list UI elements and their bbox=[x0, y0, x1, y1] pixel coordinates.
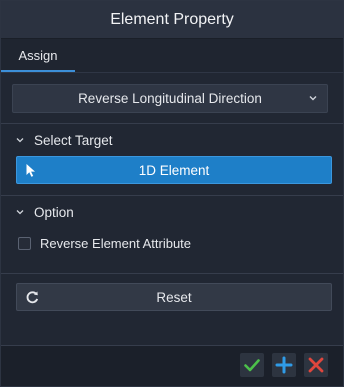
cursor-icon bbox=[26, 164, 35, 177]
add-button[interactable] bbox=[272, 353, 296, 377]
cancel-button[interactable] bbox=[304, 353, 328, 377]
reverse-attribute-label: Reverse Element Attribute bbox=[40, 235, 192, 251]
operation-dropdown[interactable]: Reverse Longitudinal Direction bbox=[12, 83, 328, 113]
close-icon bbox=[308, 357, 324, 373]
reverse-attribute-checkbox[interactable] bbox=[18, 236, 31, 250]
reset-button[interactable]: Reset bbox=[16, 283, 332, 311]
select-target-label: Select Target bbox=[34, 132, 113, 148]
tab-assign[interactable]: Assign bbox=[1, 40, 75, 72]
select-target-header[interactable]: Select Target bbox=[1, 124, 343, 156]
chevron-down-icon bbox=[16, 138, 24, 143]
target-button-label: 1D Element bbox=[138, 162, 210, 178]
operation-dropdown-value: Reverse Longitudinal Direction bbox=[78, 90, 262, 106]
option-header[interactable]: Option bbox=[1, 196, 343, 228]
window-title: Element Property bbox=[1, 1, 343, 39]
reverse-attribute-row[interactable]: Reverse Element Attribute bbox=[1, 228, 343, 258]
refresh-icon bbox=[26, 291, 39, 304]
chevron-down-icon bbox=[16, 210, 24, 215]
reset-label: Reset bbox=[156, 289, 192, 305]
element-property-panel: Element Property Assign Reverse Longitud… bbox=[0, 0, 344, 387]
target-1d-element-button[interactable]: 1D Element bbox=[16, 156, 332, 184]
footer-bar bbox=[1, 345, 343, 386]
ok-button[interactable] bbox=[240, 353, 264, 377]
plus-icon bbox=[275, 356, 293, 374]
chevron-down-icon bbox=[309, 95, 317, 100]
check-icon bbox=[244, 359, 260, 372]
tab-bar: Assign bbox=[1, 39, 343, 73]
option-label: Option bbox=[34, 204, 74, 220]
